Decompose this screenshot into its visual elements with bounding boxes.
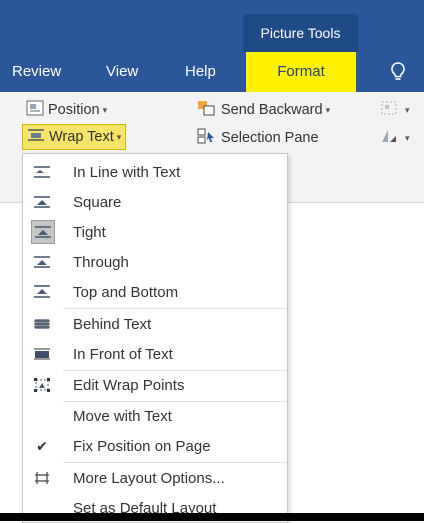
menu-item-through[interactable]: Through — [23, 247, 287, 277]
menu-item-fix-position-on-page[interactable]: ✔ Fix Position on Page — [23, 431, 287, 461]
menu-item-in-front-of-text[interactable]: In Front of Text — [23, 339, 287, 369]
menu-item-square[interactable]: Square — [23, 187, 287, 217]
tight-wrap-icon — [31, 220, 55, 244]
menu-item-in-line-with-text[interactable]: In Line with Text — [23, 157, 287, 187]
tab-view[interactable]: View — [106, 52, 138, 92]
menu-item-behind-text[interactable]: Behind Text — [23, 309, 287, 339]
checkmark-icon: ✔ — [36, 437, 48, 454]
tell-me-lightbulb-icon[interactable] — [386, 52, 410, 92]
chevron-down-icon: ▾ — [405, 104, 410, 115]
menu-item-label: Edit Wrap Points — [73, 376, 185, 394]
selection-pane-button[interactable]: Selection Pane — [197, 128, 319, 148]
tab-format[interactable]: Format — [246, 52, 356, 92]
menu-item-tight[interactable]: Tight — [23, 217, 287, 247]
menu-item-top-and-bottom[interactable]: Top and Bottom — [23, 277, 287, 307]
rotate-button[interactable]: ▾ — [380, 128, 410, 148]
menu-item-edit-wrap-points[interactable]: Edit Wrap Points — [23, 370, 287, 400]
title-tab-bar: Picture Tools Review View Help Format — [0, 0, 424, 92]
rotate-icon — [380, 128, 398, 148]
chevron-down-icon: ▾ — [116, 131, 122, 142]
top-bottom-wrap-icon — [31, 281, 53, 303]
selection-pane-icon — [197, 128, 217, 148]
menu-item-label: In Line with Text — [73, 163, 181, 181]
picture-tools-context-label: Picture Tools — [243, 14, 358, 52]
menu-item-label: Square — [73, 193, 122, 211]
inline-wrap-icon — [31, 161, 53, 183]
chevron-down-icon: ▾ — [102, 104, 108, 115]
chevron-down-icon: ▾ — [325, 104, 331, 115]
square-wrap-icon — [31, 191, 53, 213]
position-icon — [26, 100, 44, 120]
screen-bottom-edge — [0, 513, 424, 521]
send-backward-label: Send Backward — [221, 102, 323, 118]
behind-text-icon — [31, 313, 53, 335]
menu-item-label: Behind Text — [73, 315, 152, 333]
menu-item-move-with-text[interactable]: Move with Text — [23, 401, 287, 431]
menu-item-label: Top and Bottom — [73, 283, 179, 301]
send-backward-button[interactable]: Send Backward ▾ — [197, 100, 330, 120]
in-front-text-icon — [31, 343, 53, 365]
send-backward-icon — [197, 100, 217, 120]
menu-item-label: Fix Position on Page — [73, 437, 211, 455]
menu-item-more-layout-options[interactable]: More Layout Options... — [23, 463, 287, 493]
wrap-text-button[interactable]: Wrap Text ▾ — [22, 124, 127, 150]
chevron-down-icon: ▾ — [405, 132, 410, 143]
tab-review[interactable]: Review — [12, 52, 61, 92]
wrap-text-label: Wrap Text — [49, 129, 114, 145]
wrap-text-icon — [27, 128, 45, 146]
menu-item-label: More Layout Options... — [73, 469, 225, 487]
layout-options-icon — [31, 467, 53, 489]
group-icon — [380, 100, 398, 120]
group-button[interactable]: ▾ — [380, 100, 410, 120]
lightbulb-icon — [391, 62, 405, 80]
menu-item-label: Through — [73, 253, 129, 271]
through-wrap-icon — [31, 251, 53, 273]
selection-pane-label: Selection Pane — [221, 130, 319, 146]
edit-wrap-points-icon — [31, 374, 53, 396]
menu-item-label: Tight — [73, 223, 106, 241]
tab-help[interactable]: Help — [185, 52, 216, 92]
wrap-text-dropdown-menu: In Line with Text Square Tight Through T… — [22, 153, 288, 523]
menu-item-label: In Front of Text — [73, 345, 173, 363]
menu-item-label: Move with Text — [73, 407, 172, 425]
position-label: Position — [48, 102, 100, 118]
position-button[interactable]: Position ▾ — [26, 100, 107, 120]
